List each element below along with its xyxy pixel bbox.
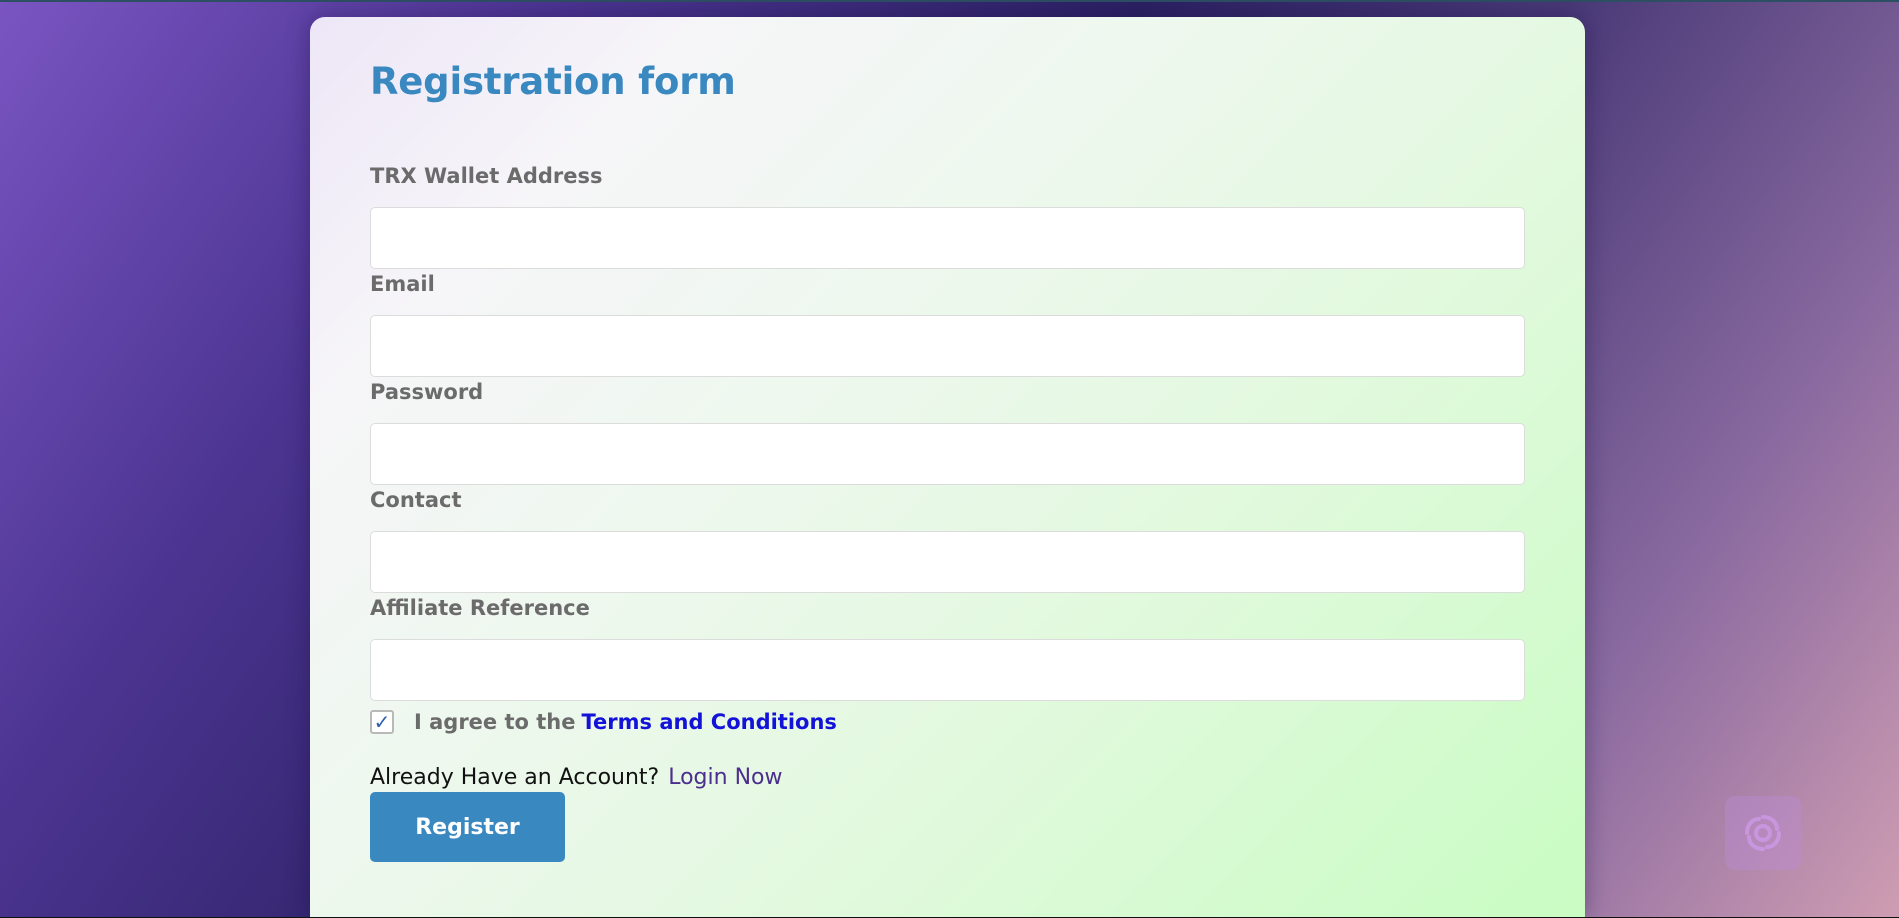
terms-agreement-text: I agree to the [414,710,576,734]
email-label: Email [370,272,435,296]
wallet-address-label: TRX Wallet Address [370,164,603,188]
affiliate-reference-label: Affiliate Reference [370,596,590,620]
password-label: Password [370,380,484,404]
login-prompt: Already Have an Account? Login Now [370,765,782,790]
affiliate-reference-input[interactable] [370,639,1525,701]
chatbot-icon [1745,815,1781,851]
checkmark-icon: ✓ [373,710,391,734]
wallet-address-input[interactable] [370,207,1525,269]
register-button[interactable]: Register [370,792,565,862]
top-border [0,0,1899,2]
password-input[interactable] [370,423,1525,485]
login-now-link[interactable]: Login Now [668,765,782,790]
terms-and-conditions-link[interactable]: Terms and Conditions [582,710,837,734]
email-input[interactable] [370,315,1525,377]
login-prompt-text: Already Have an Account? [370,765,660,790]
contact-label: Contact [370,488,462,512]
terms-agreement-row: ✓ I agree to the Terms and Conditions [370,705,837,739]
page-title: Registration form [370,60,736,103]
contact-input[interactable] [370,531,1525,593]
registration-card: Registration form TRX Wallet Address Ema… [310,17,1585,918]
terms-checkbox[interactable]: ✓ [370,710,394,734]
chat-widget-button[interactable] [1725,796,1801,870]
